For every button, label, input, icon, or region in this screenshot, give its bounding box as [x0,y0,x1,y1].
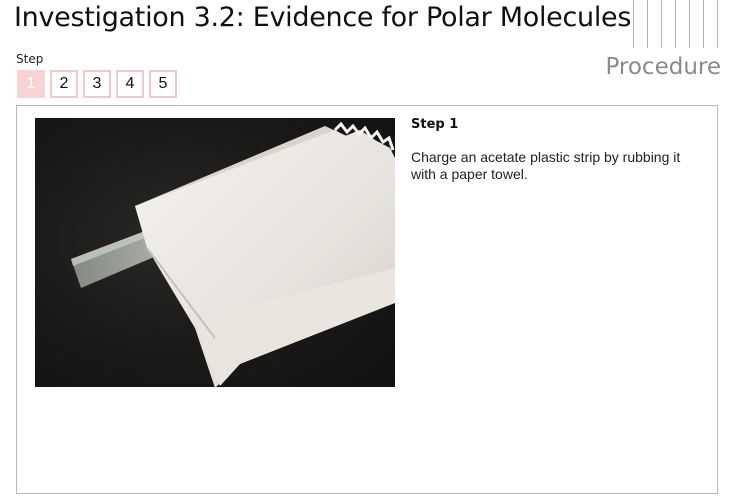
step-caption: Step [16,52,44,66]
step-button-1[interactable]: 1 [17,70,45,98]
content-panel: Step 1 Charge an acetate plastic strip b… [16,105,718,494]
step-navigation: 1 2 3 4 5 [17,70,177,98]
step-heading: Step 1 [411,117,459,132]
section-label: Procedure [605,54,721,80]
step-button-4[interactable]: 4 [116,70,144,98]
step-button-5[interactable]: 5 [149,70,177,98]
page-title: Investigation 3.2: Evidence for Polar Mo… [14,2,632,33]
step-button-3[interactable]: 3 [83,70,111,98]
step-photo [35,118,395,387]
step-button-2[interactable]: 2 [50,70,78,98]
step-instruction: Charge an acetate plastic strip by rubbi… [411,149,681,182]
header-decoration [630,0,731,50]
